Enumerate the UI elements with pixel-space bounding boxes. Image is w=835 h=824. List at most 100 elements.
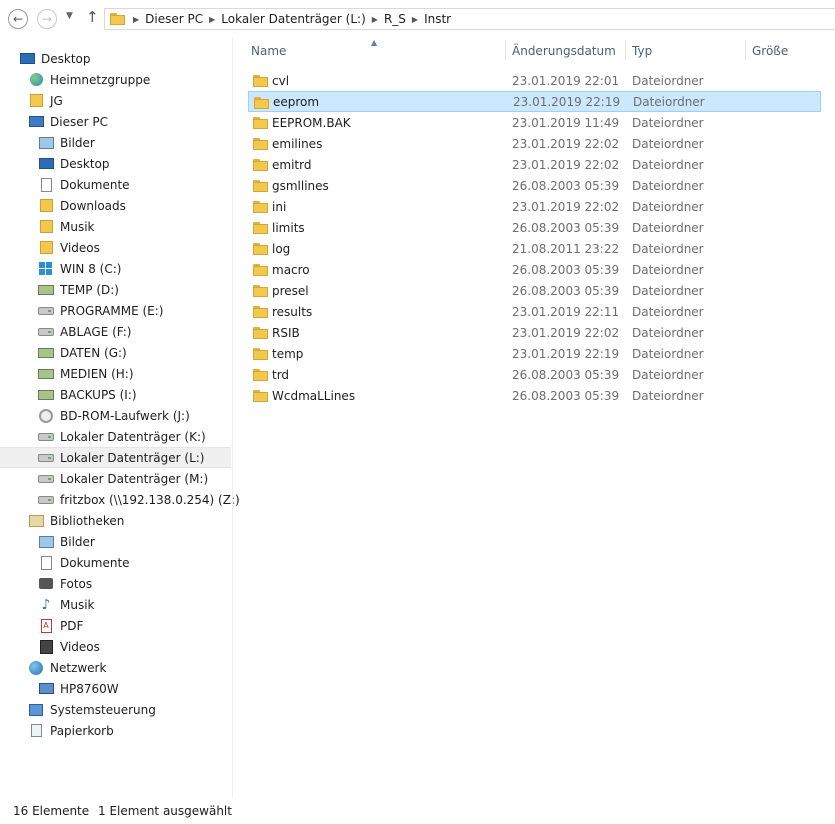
folder-icon — [253, 327, 268, 339]
sidebar-item[interactable]: Dokumente — [0, 174, 231, 195]
sidebar-item[interactable]: Lokaler Datenträger (K:) — [0, 426, 231, 447]
chevron-right-icon[interactable]: ▶ — [133, 15, 139, 24]
file-row[interactable]: temp 23.01.2019 22:19 Dateiordner — [248, 343, 821, 364]
sidebar-item[interactable]: TEMP (D:) — [0, 279, 231, 300]
folder-icon — [253, 369, 268, 381]
hard-drive-icon — [38, 283, 54, 297]
file-date: 23.01.2019 22:01 — [512, 73, 620, 88]
file-row[interactable]: WcdmaLLines 26.08.2003 05:39 Dateiordner — [248, 385, 821, 406]
file-row[interactable]: trd 26.08.2003 05:39 Dateiordner — [248, 364, 821, 385]
sidebar-item[interactable]: Lokaler Datenträger (L:) — [0, 447, 231, 468]
file-row[interactable]: results 23.01.2019 22:11 Dateiordner — [248, 301, 821, 322]
drive-icon — [38, 430, 54, 444]
sidebar-item[interactable]: Downloads — [0, 195, 231, 216]
video-library-icon — [38, 639, 54, 654]
sidebar-item[interactable]: ABLAGE (F:) — [0, 321, 231, 342]
sidebar-item[interactable]: Desktop — [0, 48, 231, 69]
desktop-icon — [19, 52, 35, 66]
documents-folder-icon — [38, 177, 54, 192]
file-row[interactable]: eeprom 23.01.2019 22:19 Dateiordner — [248, 91, 821, 112]
file-name: EEPROM.BAK — [272, 115, 351, 130]
desktop-folder-icon — [38, 157, 54, 171]
column-divider[interactable] — [505, 40, 506, 60]
forward-button[interactable]: → — [37, 9, 57, 29]
sidebar-item-label: Downloads — [60, 198, 126, 213]
column-header-type[interactable]: Typ — [632, 44, 652, 58]
address-bar[interactable]: ▶ Dieser PC ▶ Lokaler Datenträger (L:) ▶… — [104, 8, 835, 30]
file-row[interactable]: macro 26.08.2003 05:39 Dateiordner — [248, 259, 821, 280]
sidebar-item[interactable]: WIN 8 (C:) — [0, 258, 231, 279]
sidebar-item[interactable]: BACKUPS (I:) — [0, 384, 231, 405]
file-row[interactable]: cvl 23.01.2019 22:01 Dateiordner — [248, 70, 821, 91]
sidebar-item[interactable]: Netzwerk — [0, 657, 231, 678]
sidebar-item[interactable]: Musik — [0, 216, 231, 237]
file-name: cvl — [272, 73, 290, 88]
breadcrumb-drive-l[interactable]: Lokaler Datenträger (L:) — [221, 12, 366, 26]
sidebar-item-label: DATEN (G:) — [60, 345, 127, 360]
sidebar-item[interactable]: Dieser PC — [0, 111, 231, 132]
sidebar-item[interactable]: Videos — [0, 237, 231, 258]
network-icon — [28, 660, 44, 675]
column-header-name[interactable]: Name — [251, 44, 286, 58]
file-name: macro — [272, 262, 310, 277]
sidebar-item[interactable]: Bibliotheken — [0, 510, 231, 531]
file-row[interactable]: emilines 23.01.2019 22:02 Dateiordner — [248, 133, 821, 154]
file-type: Dateiordner — [632, 283, 704, 298]
sidebar-item-label: Heimnetzgruppe — [50, 72, 151, 87]
chevron-right-icon[interactable]: ▶ — [372, 15, 378, 24]
file-row[interactable]: EEPROM.BAK 23.01.2019 11:49 Dateiordner — [248, 112, 821, 133]
breadcrumb-this-pc[interactable]: Dieser PC — [145, 12, 203, 26]
sidebar-item[interactable]: DATEN (G:) — [0, 342, 231, 363]
file-name: limits — [272, 220, 305, 235]
column-divider[interactable] — [625, 40, 626, 60]
sidebar-item[interactable]: Fotos — [0, 573, 231, 594]
sidebar-item[interactable]: BD-ROM-Laufwerk (J:) — [0, 405, 231, 426]
sidebar-item[interactable]: JG — [0, 90, 231, 111]
selection-count: 1 Element ausgewählt — [98, 804, 232, 818]
back-button[interactable]: ← — [8, 9, 28, 29]
sidebar-item[interactable]: Bilder — [0, 132, 231, 153]
sidebar-item[interactable]: fritzbox (\\192.138.0.254) (Z:) — [0, 489, 240, 510]
folder-icon — [254, 97, 269, 109]
file-row[interactable]: RSIB 23.01.2019 22:02 Dateiordner — [248, 322, 821, 343]
breadcrumb-instr[interactable]: Instr — [424, 12, 451, 26]
sidebar-item-label: Bilder — [60, 534, 95, 549]
sidebar-item[interactable]: Lokaler Datenträger (M:) — [0, 468, 231, 489]
file-row[interactable]: emitrd 23.01.2019 22:02 Dateiordner — [248, 154, 821, 175]
breadcrumb-r-s[interactable]: R_S — [384, 12, 406, 26]
file-date: 26.08.2003 05:39 — [512, 178, 620, 193]
folder-icon — [253, 390, 268, 402]
sidebar-item[interactable]: A PDF — [0, 615, 231, 636]
file-type: Dateiordner — [632, 178, 704, 193]
sidebar-item[interactable]: Heimnetzgruppe — [0, 69, 231, 90]
sidebar-item[interactable]: HP8760W — [0, 678, 231, 699]
column-divider[interactable] — [745, 40, 746, 60]
column-header-size[interactable]: Größe — [752, 44, 788, 58]
file-date: 23.01.2019 22:02 — [512, 199, 620, 214]
file-row[interactable]: gsmllines 26.08.2003 05:39 Dateiordner — [248, 175, 821, 196]
sidebar-item[interactable]: Systemsteuerung — [0, 699, 231, 720]
sidebar-item[interactable]: Videos — [0, 636, 231, 657]
column-header-date[interactable]: Änderungsdatum — [512, 44, 616, 58]
sidebar-item[interactable]: Dokumente — [0, 552, 231, 573]
sidebar-item[interactable]: Papierkorb — [0, 720, 231, 741]
sidebar-item-label: WIN 8 (C:) — [60, 261, 122, 276]
sidebar-item-label: Musik — [60, 219, 95, 234]
file-row[interactable]: presel 26.08.2003 05:39 Dateiordner — [248, 280, 821, 301]
up-button[interactable]: ↑ — [86, 8, 99, 26]
chevron-right-icon[interactable]: ▶ — [412, 15, 418, 24]
sidebar-item[interactable]: MEDIEN (H:) — [0, 363, 231, 384]
recent-locations-button[interactable]: ▼ — [66, 11, 73, 21]
sidebar-item[interactable]: Desktop — [0, 153, 231, 174]
sidebar-item[interactable]: Bilder — [0, 531, 231, 552]
network-drive-icon — [38, 493, 54, 507]
sidebar-item[interactable]: ♪ Musik — [0, 594, 231, 615]
file-row[interactable]: log 21.08.2011 23:22 Dateiordner — [248, 238, 821, 259]
sidebar-item-label: Netzwerk — [50, 660, 107, 675]
sidebar-item[interactable]: PROGRAMME (E:) — [0, 300, 231, 321]
optical-drive-icon — [38, 408, 54, 423]
file-name: temp — [272, 346, 304, 361]
chevron-right-icon[interactable]: ▶ — [209, 15, 215, 24]
file-row[interactable]: limits 26.08.2003 05:39 Dateiordner — [248, 217, 821, 238]
file-row[interactable]: ini 23.01.2019 22:02 Dateiordner — [248, 196, 821, 217]
